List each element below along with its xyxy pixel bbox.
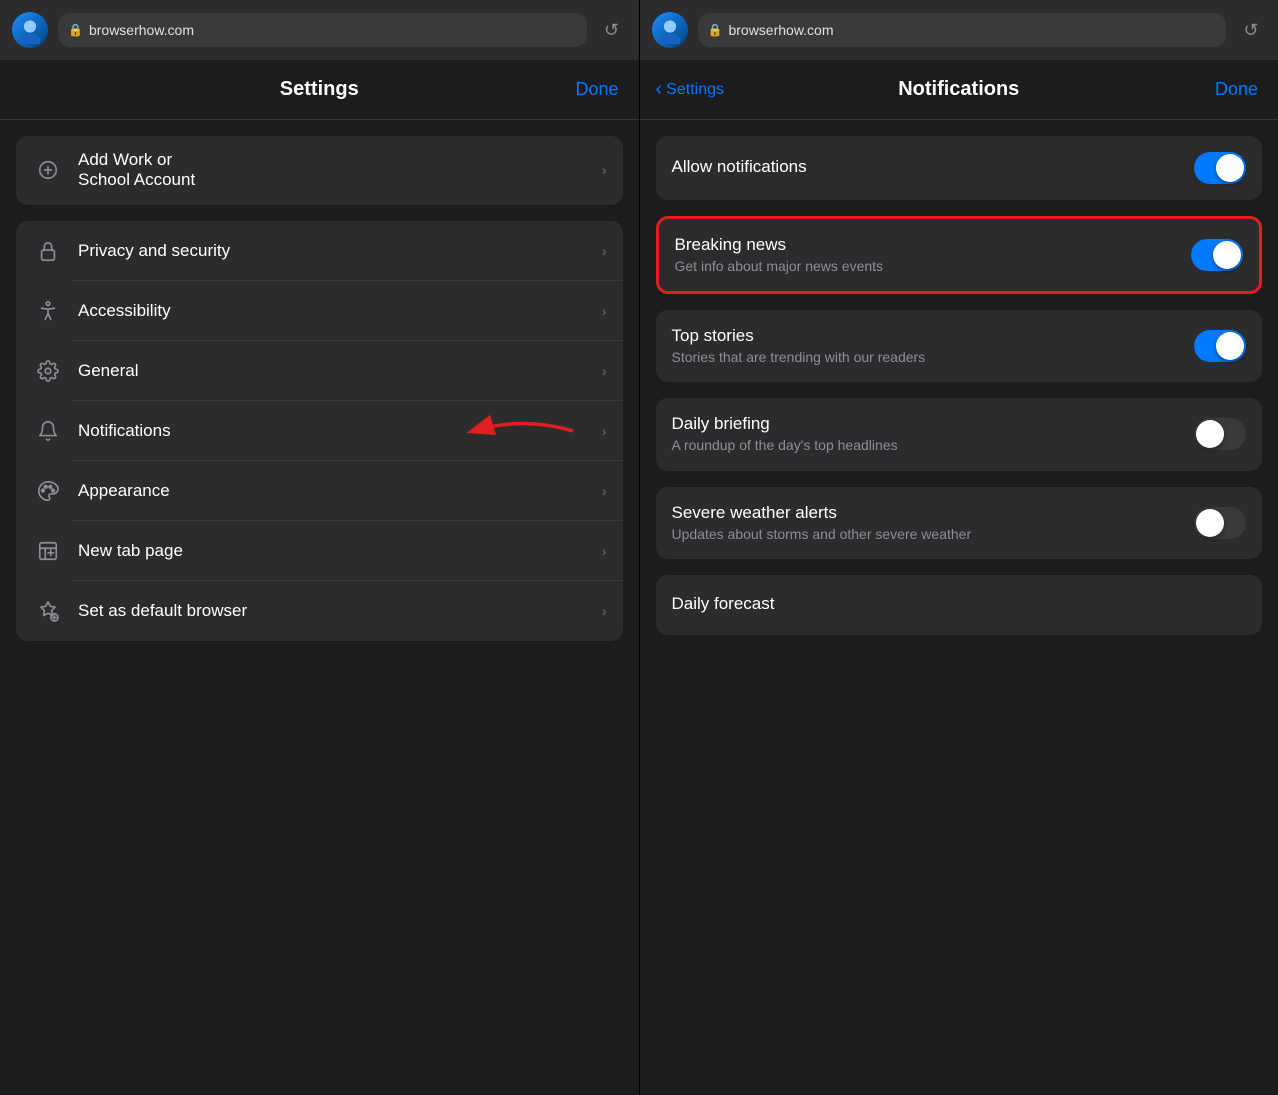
- right-header-title: Notifications: [898, 78, 1019, 101]
- breaking-news-item[interactable]: Breaking news Get info about major news …: [659, 219, 1260, 291]
- right-lock-icon: 🔒: [708, 23, 723, 37]
- allow-notifications-group: Allow notifications: [656, 136, 1263, 200]
- right-url-text: browserhow.com: [728, 22, 833, 38]
- chevron-icon: ›: [602, 363, 607, 379]
- general-label: General: [78, 361, 602, 381]
- allow-notifications-title: Allow notifications: [672, 157, 1195, 177]
- settings-item-accessibility[interactable]: Accessibility ›: [16, 281, 623, 341]
- daily-forecast-title: Daily forecast: [672, 594, 1247, 614]
- new-tab-icon: [32, 535, 64, 567]
- bell-icon: [32, 415, 64, 447]
- top-stories-item[interactable]: Top stories Stories that are trending wi…: [656, 310, 1263, 382]
- breaking-news-title: Breaking news: [675, 235, 1192, 255]
- right-header: ‹ Settings Notifications Done: [640, 60, 1278, 120]
- top-stories-toggle[interactable]: [1194, 330, 1246, 362]
- left-header-title: Settings: [280, 78, 359, 101]
- daily-briefing-subtitle: A roundup of the day's top headlines: [672, 436, 1195, 454]
- chevron-icon: ›: [602, 162, 607, 178]
- right-panel: 🔒 browserhow.com ↺ ‹ Settings Notificati…: [640, 0, 1278, 1095]
- chevron-icon: ›: [602, 543, 607, 559]
- top-stories-subtitle: Stories that are trending with our reade…: [672, 348, 1195, 366]
- back-button[interactable]: ‹ Settings: [656, 78, 724, 101]
- star-gear-icon: [32, 595, 64, 627]
- daily-briefing-toggle[interactable]: [1194, 418, 1246, 450]
- left-header: Settings Done: [0, 60, 639, 120]
- chevron-icon: ›: [602, 423, 607, 439]
- main-settings-group: Privacy and security › Accessibility ›: [16, 221, 623, 641]
- plus-circle-icon: [32, 154, 64, 186]
- new-tab-label: New tab page: [78, 541, 602, 561]
- settings-item-notifications[interactable]: Notifications ›: [16, 401, 623, 461]
- back-chevron-icon: ‹: [656, 78, 663, 101]
- right-refresh-button[interactable]: ↺: [1236, 15, 1266, 45]
- toggle-knob: [1213, 241, 1241, 269]
- allow-notifications-item[interactable]: Allow notifications: [656, 136, 1263, 200]
- right-browser-bar: 🔒 browserhow.com ↺: [640, 0, 1278, 60]
- lock-icon: 🔒: [68, 23, 83, 37]
- right-browser-url-bar[interactable]: 🔒 browserhow.com: [698, 13, 1227, 47]
- notifications-list: Allow notifications Breaking news Get in…: [640, 120, 1278, 1095]
- left-done-button[interactable]: Done: [575, 79, 618, 100]
- breaking-news-subtitle: Get info about major news events: [675, 257, 1192, 275]
- severe-weather-title: Severe weather alerts: [672, 503, 1195, 523]
- gear-icon: [32, 355, 64, 387]
- accessibility-label: Accessibility: [78, 301, 602, 321]
- refresh-button[interactable]: ↺: [597, 15, 627, 45]
- browser-bar: 🔒 browserhow.com ↺: [0, 0, 639, 60]
- toggle-knob: [1216, 332, 1244, 360]
- severe-weather-group: Severe weather alerts Updates about stor…: [656, 487, 1263, 559]
- browser-avatar: [12, 12, 48, 48]
- settings-item-appearance[interactable]: Appearance ›: [16, 461, 623, 521]
- accessibility-icon: [32, 295, 64, 327]
- appearance-icon: [32, 475, 64, 507]
- settings-item-default-browser[interactable]: Set as default browser ›: [16, 581, 623, 641]
- daily-forecast-group: Daily forecast: [656, 575, 1263, 635]
- left-panel: 🔒 browserhow.com ↺ Settings Done Add Wor…: [0, 0, 639, 1095]
- appearance-label: Appearance: [78, 481, 602, 501]
- top-stories-group: Top stories Stories that are trending wi…: [656, 310, 1263, 382]
- browser-url-bar[interactable]: 🔒 browserhow.com: [58, 13, 587, 47]
- url-text: browserhow.com: [89, 22, 194, 38]
- allow-notifications-toggle[interactable]: [1194, 152, 1246, 184]
- severe-weather-toggle[interactable]: [1194, 507, 1246, 539]
- daily-briefing-item[interactable]: Daily briefing A roundup of the day's to…: [656, 398, 1263, 470]
- right-browser-avatar: [652, 12, 688, 48]
- notifications-label: Notifications: [78, 421, 602, 441]
- chevron-icon: ›: [602, 243, 607, 259]
- settings-item-add-work[interactable]: Add Work orSchool Account ›: [16, 136, 623, 205]
- work-group: Add Work orSchool Account ›: [16, 136, 623, 205]
- top-stories-title: Top stories: [672, 326, 1195, 346]
- chevron-icon: ›: [602, 603, 607, 619]
- daily-briefing-group: Daily briefing A roundup of the day's to…: [656, 398, 1263, 470]
- default-browser-label: Set as default browser: [78, 601, 602, 621]
- chevron-icon: ›: [602, 303, 607, 319]
- settings-item-privacy[interactable]: Privacy and security ›: [16, 221, 623, 281]
- settings-list: Add Work orSchool Account › Privacy and …: [0, 120, 639, 1095]
- right-done-button[interactable]: Done: [1215, 79, 1258, 100]
- breaking-news-toggle[interactable]: [1191, 239, 1243, 271]
- privacy-label: Privacy and security: [78, 241, 602, 261]
- severe-weather-subtitle: Updates about storms and other severe we…: [672, 525, 1195, 543]
- lock-icon: [32, 235, 64, 267]
- settings-item-general[interactable]: General ›: [16, 341, 623, 401]
- add-work-label: Add Work orSchool Account: [78, 150, 602, 191]
- daily-forecast-item[interactable]: Daily forecast: [656, 575, 1263, 635]
- settings-item-new-tab[interactable]: New tab page ›: [16, 521, 623, 581]
- toggle-knob: [1216, 154, 1244, 182]
- toggle-knob: [1196, 509, 1224, 537]
- severe-weather-item[interactable]: Severe weather alerts Updates about stor…: [656, 487, 1263, 559]
- chevron-icon: ›: [602, 483, 607, 499]
- toggle-knob: [1196, 420, 1224, 448]
- daily-briefing-title: Daily briefing: [672, 414, 1195, 434]
- breaking-news-group: Breaking news Get info about major news …: [656, 216, 1263, 294]
- back-label: Settings: [666, 81, 724, 99]
